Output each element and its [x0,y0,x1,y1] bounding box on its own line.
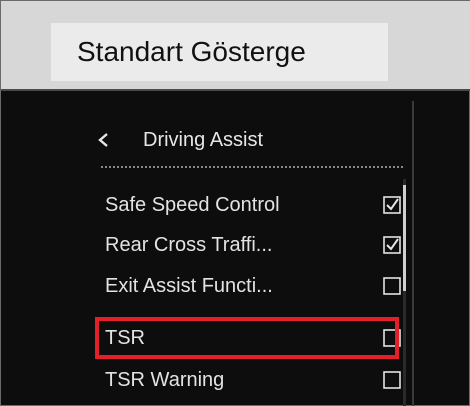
menu-header[interactable]: Driving Assist [97,123,405,157]
header-bar: Standart Gösterge [1,1,470,91]
menu-item-label: Exit Assist Functi... [105,274,273,297]
menu-title: Driving Assist [143,128,264,151]
checkbox-unchecked-icon[interactable] [383,277,401,295]
menu-item-rear-cross-traffic[interactable]: Rear Cross Traffi... [105,228,401,262]
checkbox-checked-icon[interactable] [383,196,401,214]
checkbox-unchecked-icon[interactable] [383,371,401,389]
menu-item-safe-speed-control[interactable]: Safe Speed Control [105,188,401,222]
menu-item-exit-assist[interactable]: Exit Assist Functi... [105,269,401,303]
right-divider [412,101,414,406]
cluster-screen: Standart Gösterge Driving Assist Safe Sp… [0,0,470,406]
checkbox-checked-icon[interactable] [383,236,401,254]
menu-item-tsr-warning[interactable]: TSR Warning [105,363,401,397]
highlight-box [95,317,399,359]
menu-item-label: TSR Warning [105,368,225,391]
chevron-left-icon[interactable] [97,132,119,148]
header-title: Standart Gösterge [51,23,388,81]
menu-item-label: Rear Cross Traffi... [105,233,273,256]
menu-item-label: Safe Speed Control [105,193,280,216]
menu-divider [101,166,403,168]
scrollbar-thumb[interactable] [403,185,406,291]
